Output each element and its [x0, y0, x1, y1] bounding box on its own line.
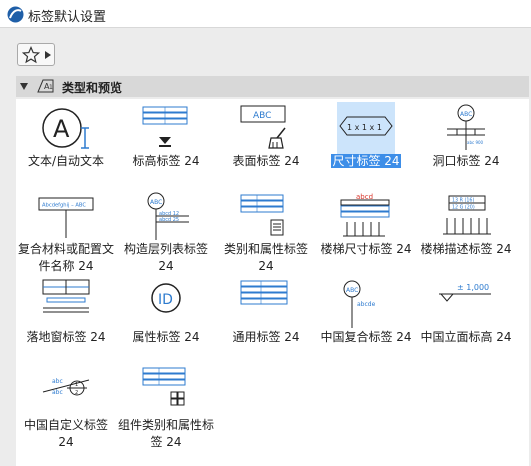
china-composite-tag-icon: ABC abcde	[343, 280, 376, 328]
tag-label: 表面标签 24	[232, 154, 300, 168]
opening-tag-icon: ABC abc 900	[447, 104, 485, 150]
tag-item-elevation[interactable]: 标高标签 24	[116, 99, 216, 187]
cncustom-text-1: abc	[52, 378, 63, 385]
tag-label: 洞口标签 24	[432, 154, 500, 168]
layer-list-tag-icon: ABC abcd 12 abcd 25	[147, 192, 189, 240]
svg-text:A: A	[53, 115, 70, 143]
category-property-tag-icon	[240, 194, 284, 236]
section-header-types-preview[interactable]: A 1 类型和预览	[16, 76, 529, 97]
elevation-tag-icon	[142, 106, 188, 147]
cncustom-num-1: 1	[75, 382, 78, 388]
tag-label: 中国复合标签 24	[320, 330, 412, 344]
tag-item-composite[interactable]: Abcdefghij – ABC 复合材料或配置文件名称 24	[16, 187, 116, 275]
tag-item-category[interactable]: 类别和属性标签 24	[216, 187, 316, 275]
dimension-icon-text: 1 x 1 x 1	[347, 123, 382, 132]
tag-label: 中国自定义标签 24	[23, 418, 108, 449]
tag-label: 属性标签 24	[132, 330, 200, 344]
china-custom-tag-icon: abc abc 1 2	[42, 378, 90, 396]
composite-icon-text: Abcdefghij – ABC	[42, 203, 86, 209]
cnelev-icon-text: ± 1,000	[457, 283, 489, 292]
tag-item-cncomposite[interactable]: ABC abcde 中国复合标签 24	[316, 275, 416, 363]
tag-label: 构造层列表标签 24	[123, 242, 208, 273]
triangle-right-icon	[45, 51, 51, 59]
tag-item-text[interactable]: A 文本/自动文本	[16, 99, 116, 187]
tag-label: 楼梯描述标签 24	[420, 242, 512, 256]
tag-label: 楼梯尺寸标签 24	[320, 242, 412, 256]
tag-item-cnelev[interactable]: ± 1,000 中国立面标高 24	[416, 275, 516, 363]
tag-label: 落地窗标签 24	[26, 330, 106, 344]
archicad-app-icon	[7, 6, 24, 23]
tag-label: 复合材料或配置文件名称 24	[17, 242, 114, 273]
chevron-down-icon[interactable]	[20, 83, 28, 90]
tag-type-icon: A 1	[37, 79, 54, 93]
tag-item-property[interactable]: ID 属性标签 24	[116, 275, 216, 363]
tag-type-grid: A 文本/自动文本 标高标签 24 ABC 表面标签 24 1 x 1 x 1 …	[16, 99, 529, 466]
stairdesc-line-2: 12 G (20)	[452, 205, 475, 211]
cncomposite-text: abcde	[357, 301, 376, 308]
layerlist-line-2: abcd 25	[159, 217, 179, 223]
window-title: 标签默认设置	[28, 10, 107, 25]
tag-label: 组件类别和属性标签 24	[117, 418, 214, 449]
tag-label: 文本/自动文本	[27, 154, 105, 168]
tag-label: 类别和属性标签 24	[223, 242, 308, 273]
general-tag-icon	[240, 280, 288, 305]
property-tag-icon: ID	[151, 283, 181, 313]
tag-item-stairdesc[interactable]: 13 R (16) 12 G (20) 楼梯描述标签 24	[416, 187, 516, 275]
tag-item-layerlist[interactable]: ABC abcd 12 abcd 25 构造层列表标签 24	[116, 187, 216, 275]
stair-description-tag-icon: 13 R (16) 12 G (20)	[443, 195, 491, 235]
cncustom-text-2: abc	[52, 389, 63, 396]
svg-text:1: 1	[49, 84, 53, 91]
section-title: 类型和预览	[62, 81, 123, 95]
tag-item-curtain[interactable]: 落地窗标签 24	[16, 275, 116, 363]
property-icon-text: ID	[158, 292, 173, 308]
stair-dimension-tag-icon: abcd	[340, 193, 390, 237]
tag-item-opening[interactable]: ABC abc 900 洞口标签 24	[416, 99, 516, 187]
tag-item-general[interactable]: 通用标签 24	[216, 275, 316, 363]
curtain-wall-tag-icon	[42, 279, 90, 313]
window-titlebar: 标签默认设置	[0, 0, 531, 28]
opening-icon-text: ABC	[460, 111, 472, 118]
star-icon	[22, 46, 40, 64]
tag-label: 标高标签 24	[132, 154, 200, 168]
tag-label-selected: 尺寸标签 24	[316, 153, 416, 170]
surface-icon-text: ABC	[253, 111, 271, 121]
surface-tag-icon: ABC	[240, 105, 286, 149]
text-autotext-icon: A	[42, 108, 89, 149]
favorites-button[interactable]	[17, 43, 55, 66]
selected-label: 尺寸标签 24	[331, 154, 401, 168]
dialog-content: A 1 类型和预览 A 文本/自动文本 标高标签 24 ABC 表面标签 24 …	[0, 29, 531, 466]
dimension-tag-icon: 1 x 1 x 1	[337, 102, 395, 154]
tag-label: 通用标签 24	[232, 330, 300, 344]
layerlist-circle-text: ABC	[150, 199, 162, 206]
tag-item-component[interactable]: 组件类别和属性标签 24	[116, 363, 216, 451]
composite-name-tag-icon: Abcdefghij – ABC	[38, 197, 94, 238]
tag-item-surface[interactable]: ABC 表面标签 24	[216, 99, 316, 187]
tag-item-dimension[interactable]: 1 x 1 x 1 尺寸标签 24	[316, 99, 416, 187]
opening-icon-subtext: abc 900	[467, 140, 484, 145]
cncustom-num-2: 2	[75, 390, 78, 396]
component-category-tag-icon	[142, 367, 186, 406]
stairdesc-line-1: 13 R (16)	[452, 198, 474, 204]
china-elevation-tag-icon: ± 1,000	[439, 283, 491, 302]
tag-item-stairdim[interactable]: abcd 楼梯尺寸标签 24	[316, 187, 416, 275]
tag-label: 中国立面标高 24	[420, 330, 512, 344]
tag-item-cncustom[interactable]: abc abc 1 2 中国自定义标签 24	[16, 363, 116, 451]
cncomposite-circle-text: ABC	[346, 287, 358, 294]
